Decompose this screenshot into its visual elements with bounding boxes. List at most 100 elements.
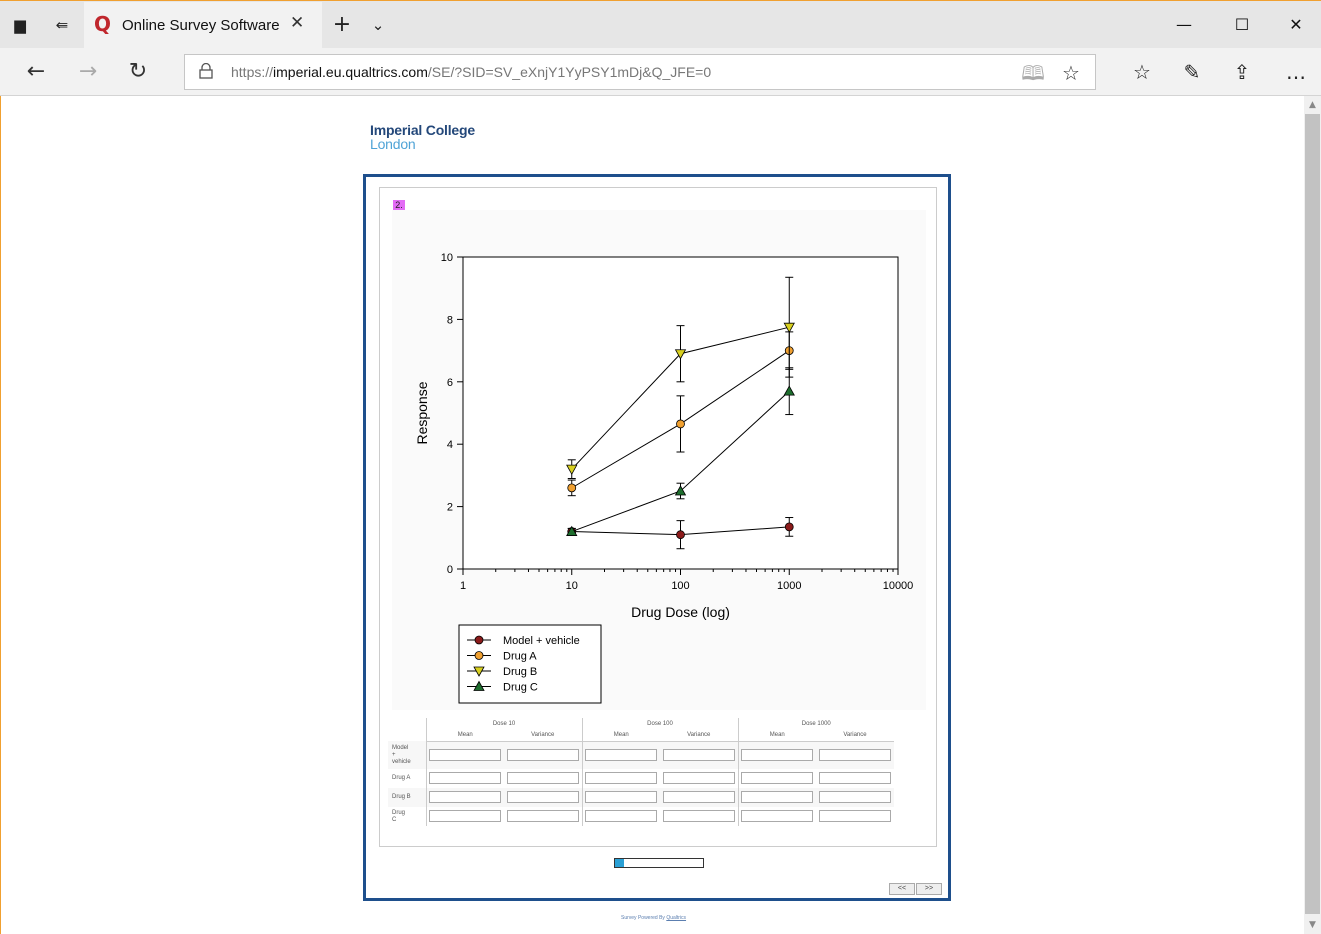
y-tick-label: 2: [447, 502, 453, 514]
tab-bar: ▆ ⇚ Q Online Survey Software ✕ + ⌄ — ☐ ✕: [0, 0, 1321, 49]
variance-input[interactable]: [662, 810, 735, 823]
mean-input[interactable]: [741, 749, 814, 761]
address-bar[interactable]: https://imperial.eu.qualtrics.com/SE/?SI…: [184, 54, 1096, 90]
data-point: [676, 419, 685, 429]
mean-input[interactable]: [585, 772, 658, 785]
scroll-down-icon[interactable]: ▼: [1304, 917, 1321, 933]
x-tick-label: 1: [460, 580, 466, 592]
row-label: Model + vehicle: [388, 741, 426, 769]
vertical-scrollbar[interactable]: ▲ ▼: [1304, 96, 1321, 934]
forward-icon[interactable]: →: [72, 58, 104, 86]
favorites-hub-icon[interactable]: ☆: [1126, 58, 1158, 86]
legend-label: Drug C: [503, 682, 538, 694]
survey-container: 2. 0 2 4 6 8 10 1 10 100 1000 10000 Drug Dose (log)…: [363, 174, 951, 901]
url-text: https://imperial.eu.qualtrics.com/SE/?SI…: [231, 64, 711, 80]
mean-input[interactable]: [429, 772, 502, 785]
y-axis-label: Response: [414, 381, 430, 444]
dose-header: Dose 10: [425, 718, 582, 730]
variance-input[interactable]: [506, 791, 579, 804]
more-menu-icon[interactable]: …: [1280, 58, 1312, 86]
mean-input[interactable]: [429, 791, 502, 804]
variance-input[interactable]: [506, 772, 579, 785]
variance-input[interactable]: [819, 749, 891, 761]
y-tick-label: 6: [447, 377, 453, 389]
row-label: Drug B: [388, 788, 426, 807]
set-aside-tabs-icon[interactable]: ⇚: [50, 13, 74, 37]
qualtrics-favicon-icon: Q: [94, 12, 112, 36]
logo-line2: London: [370, 136, 416, 152]
y-tick-label: 8: [447, 314, 453, 326]
url-host: imperial.eu.qualtrics.com: [273, 64, 428, 80]
refresh-icon[interactable]: ↻: [122, 58, 154, 86]
x-tick-label: 100: [671, 580, 689, 592]
y-tick-label: 4: [447, 439, 453, 451]
dose-header: Dose 1000: [737, 718, 894, 730]
matrix-row: Drug B: [388, 788, 894, 807]
variance-input[interactable]: [506, 810, 579, 823]
back-icon[interactable]: ←: [20, 58, 52, 86]
variance-header: Variance: [660, 730, 738, 742]
variance-input[interactable]: [819, 810, 891, 823]
minimize-icon[interactable]: —: [1162, 11, 1206, 39]
tab-preview-chevron-icon[interactable]: ⌄: [366, 13, 390, 37]
progress-fill: [615, 859, 624, 867]
mean-input[interactable]: [429, 749, 502, 761]
mean-input[interactable]: [585, 791, 658, 804]
dose-header: Dose 100: [581, 718, 738, 730]
address-toolbar: ← → ↻ https://imperial.eu.qualtrics.com/…: [0, 48, 1321, 96]
variance-input[interactable]: [662, 749, 735, 761]
previous-button[interactable]: <<: [889, 883, 915, 895]
favorite-star-icon[interactable]: ☆: [1057, 59, 1085, 87]
mean-input[interactable]: [741, 810, 814, 823]
chart-image: 0 2 4 6 8 10 1 10 100 1000 10000 Drug Dose (log) Res…: [392, 210, 926, 710]
matrix-row: Drug A: [388, 769, 894, 788]
dose-response-chart: 0 2 4 6 8 10 1 10 100 1000 10000 Drug Dose (log) Res…: [414, 252, 914, 704]
new-tab-icon[interactable]: +: [330, 13, 354, 37]
survey-nav: << >>: [888, 877, 942, 895]
url-scheme: https://: [231, 64, 274, 80]
mean-input[interactable]: [585, 749, 658, 761]
mean-input[interactable]: [585, 810, 658, 823]
share-icon[interactable]: ⇪: [1226, 58, 1258, 86]
mean-input[interactable]: [741, 772, 814, 785]
mean-input[interactable]: [429, 810, 502, 823]
mean-header: Mean: [425, 730, 504, 742]
footer-text: Survey Powered By: [621, 915, 665, 921]
tab-actions-icon[interactable]: ▆: [8, 13, 32, 37]
maximize-icon[interactable]: ☐: [1220, 11, 1264, 39]
row-label: Drug C: [392, 809, 406, 823]
scroll-thumb[interactable]: [1305, 114, 1320, 914]
reading-view-icon[interactable]: 🕮: [1019, 59, 1047, 87]
x-tick-label: 1000: [777, 580, 801, 592]
mean-input[interactable]: [741, 791, 814, 804]
close-window-icon[interactable]: ✕: [1274, 11, 1318, 39]
x-axis-label: Drug Dose (log): [631, 604, 730, 620]
x-tick-label: 10000: [883, 580, 914, 592]
variance-input[interactable]: [819, 772, 891, 785]
footer-link[interactable]: Qualtrics: [666, 915, 686, 921]
variance-input[interactable]: [819, 791, 891, 804]
variance-input[interactable]: [506, 749, 579, 761]
tab-active[interactable]: Q Online Survey Software ✕: [84, 2, 322, 49]
page-viewport: Imperial College London 2. 0 2 4 6 8 10 1 10 100…: [0, 96, 1321, 934]
x-tick-label: 10: [566, 580, 578, 592]
variance-input[interactable]: [662, 791, 735, 804]
progress-bar: [614, 858, 704, 868]
tab-title: Online Survey Software: [122, 17, 280, 34]
variance-input[interactable]: [662, 772, 735, 785]
web-note-pen-icon[interactable]: ✎: [1176, 58, 1208, 86]
legend-label: Drug B: [503, 666, 537, 678]
logo-line1: Imperial College: [370, 122, 475, 138]
data-point: [567, 483, 577, 493]
data-point: [784, 522, 794, 532]
tab-close-icon[interactable]: ✕: [290, 13, 304, 33]
answer-matrix: Dose 10 Dose 100 Dose 1000 Mean Variance…: [388, 718, 922, 826]
footer: Survey Powered By Qualtrics: [621, 915, 686, 921]
next-button[interactable]: >>: [916, 883, 942, 895]
url-path: /SE/?SID=SV_eXnjY1YyPSY1mDj&Q_JFE=0: [427, 64, 712, 80]
mean-header: Mean: [581, 730, 660, 742]
legend-label: Model + vehicle: [503, 635, 580, 647]
y-tick-label: 0: [447, 564, 453, 576]
scroll-up-icon[interactable]: ▲: [1304, 97, 1321, 113]
matrix-row: Model + vehicle: [388, 741, 894, 769]
